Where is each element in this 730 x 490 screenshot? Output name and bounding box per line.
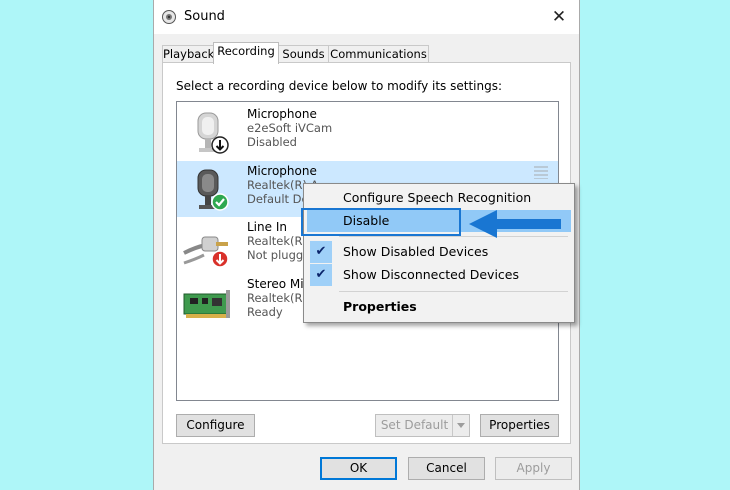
microphone-icon xyxy=(197,112,229,154)
device-status: Disabled xyxy=(247,135,297,149)
tab-recording[interactable]: Recording xyxy=(213,42,279,64)
menu-separator xyxy=(339,291,568,292)
device-name: Microphone xyxy=(247,107,317,121)
green-check-badge-icon xyxy=(211,193,229,211)
sound-card-icon xyxy=(183,290,230,318)
menu-item-show-disconnected[interactable]: ✔ Show Disconnected Devices xyxy=(307,264,571,286)
menu-item-label: Properties xyxy=(343,299,417,314)
device-driver: e2eSoft iVCam xyxy=(247,121,333,135)
speaker-icon xyxy=(162,10,176,24)
menu-item-properties[interactable]: Properties xyxy=(307,296,571,318)
set-default-label: Set Default xyxy=(380,418,449,432)
annotation-highlight-box xyxy=(301,208,461,236)
tab-sounds[interactable]: Sounds xyxy=(278,45,329,63)
menu-item-label: Show Disabled Devices xyxy=(343,244,489,259)
device-name: Microphone xyxy=(247,164,317,178)
annotation-arrow-icon xyxy=(469,210,561,238)
microphone-icon xyxy=(197,169,229,211)
device-status: Default De xyxy=(247,192,309,206)
configure-button[interactable]: Configure xyxy=(176,414,255,437)
menu-item-show-disabled[interactable]: ✔ Show Disabled Devices xyxy=(307,241,571,263)
apply-button[interactable]: Apply xyxy=(495,457,572,480)
chevron-down-icon xyxy=(457,423,465,428)
checkmark-icon: ✔ xyxy=(310,264,332,286)
menu-item-label: Show Disconnected Devices xyxy=(343,267,520,282)
tab-communications[interactable]: Communications xyxy=(328,45,429,63)
instruction-text: Select a recording device below to modif… xyxy=(176,79,503,93)
title-bar[interactable]: Sound ✕ xyxy=(154,0,579,34)
device-name: Line In xyxy=(247,220,287,234)
ok-button[interactable]: OK xyxy=(320,457,397,480)
close-button[interactable]: ✕ xyxy=(547,5,571,29)
menu-item-configure-speech[interactable]: Configure Speech Recognition xyxy=(307,187,571,209)
line-in-cable-icon xyxy=(183,236,229,268)
checkmark-icon: ✔ xyxy=(310,241,332,263)
properties-button[interactable]: Properties xyxy=(480,414,559,437)
cancel-button[interactable]: Cancel xyxy=(408,457,485,480)
menu-item-label: Configure Speech Recognition xyxy=(343,190,532,205)
set-default-button[interactable]: Set Default xyxy=(375,414,470,437)
set-default-dropdown[interactable] xyxy=(452,415,469,436)
window-title: Sound xyxy=(184,9,225,24)
device-item-microphone-ivcam[interactable]: Microphone e2eSoft iVCam Disabled xyxy=(177,104,558,160)
tab-playback[interactable]: Playback xyxy=(162,45,214,63)
device-status: Not plugge xyxy=(247,248,311,262)
device-status: Ready xyxy=(247,305,283,319)
device-name: Stereo Mix xyxy=(247,277,311,291)
level-meter-icon xyxy=(534,166,548,179)
context-menu: Configure Speech Recognition Disable ✔ S… xyxy=(303,183,575,323)
